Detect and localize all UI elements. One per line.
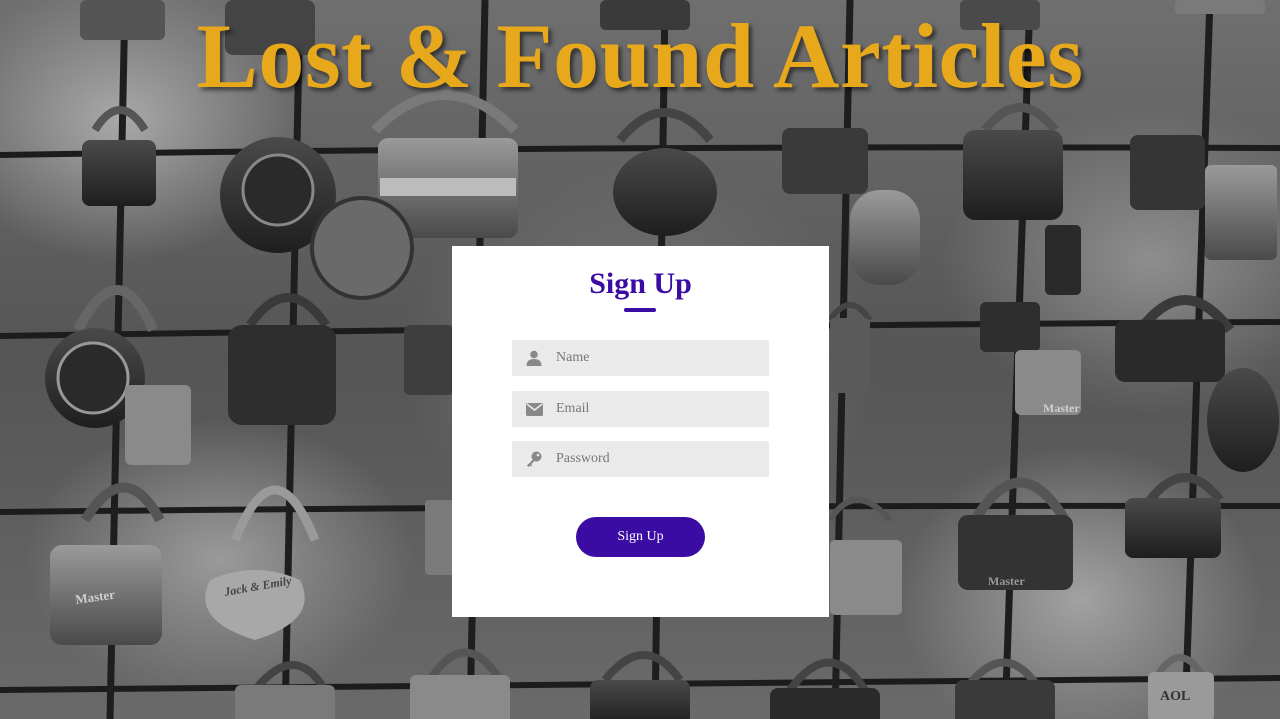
password-field[interactable] <box>512 441 769 477</box>
user-icon <box>512 340 556 376</box>
name-input[interactable] <box>556 340 769 376</box>
email-input[interactable] <box>556 391 769 427</box>
heading-underline <box>624 308 656 312</box>
signup-heading: Sign Up <box>589 267 692 300</box>
envelope-icon <box>512 391 556 427</box>
signup-card: Sign Up Sign Up <box>452 246 829 617</box>
engraved-text-5: AOL <box>1160 689 1190 704</box>
key-icon <box>512 441 556 477</box>
name-field[interactable] <box>512 340 769 376</box>
engraved-text-2: Master <box>1043 401 1080 415</box>
password-input[interactable] <box>556 441 769 477</box>
engraved-text-3: Master <box>988 574 1025 588</box>
signup-button[interactable]: Sign Up <box>576 517 705 557</box>
page-title: Lost & Found Articles <box>196 5 1084 107</box>
email-field[interactable] <box>512 391 769 427</box>
